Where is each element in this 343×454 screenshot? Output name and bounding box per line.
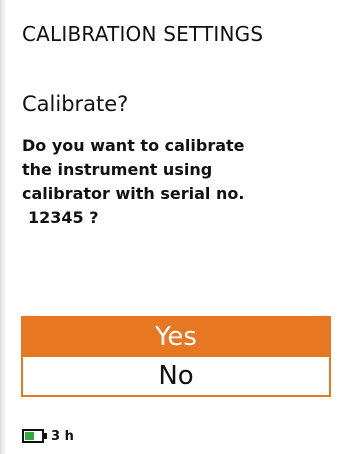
yes-option[interactable]: Yes (23, 318, 329, 357)
battery-level-fill (25, 432, 34, 440)
calibration-screen: CALIBRATION SETTINGS Calibrate? Do you w… (0, 0, 343, 454)
battery-body (22, 429, 44, 443)
screen-edge-shadow (0, 0, 7, 454)
status-bar: 3 h (22, 428, 74, 444)
dialog-title: Calibrate? (22, 92, 129, 116)
message-line-serial: 12345 ? (28, 208, 99, 227)
option-list: Yes No (21, 316, 331, 397)
dialog-message: Do you want to calibrate the instrument … (22, 134, 322, 230)
message-line: Do you want to calibrate (22, 136, 245, 155)
battery-time: 3 h (51, 428, 74, 444)
battery-tip (44, 433, 47, 439)
message-line: the instrument using (22, 160, 213, 179)
battery-icon (22, 429, 47, 443)
page-title: CALIBRATION SETTINGS (22, 22, 264, 46)
message-line: calibrator with serial no. (22, 184, 245, 203)
no-option[interactable]: No (23, 356, 329, 395)
